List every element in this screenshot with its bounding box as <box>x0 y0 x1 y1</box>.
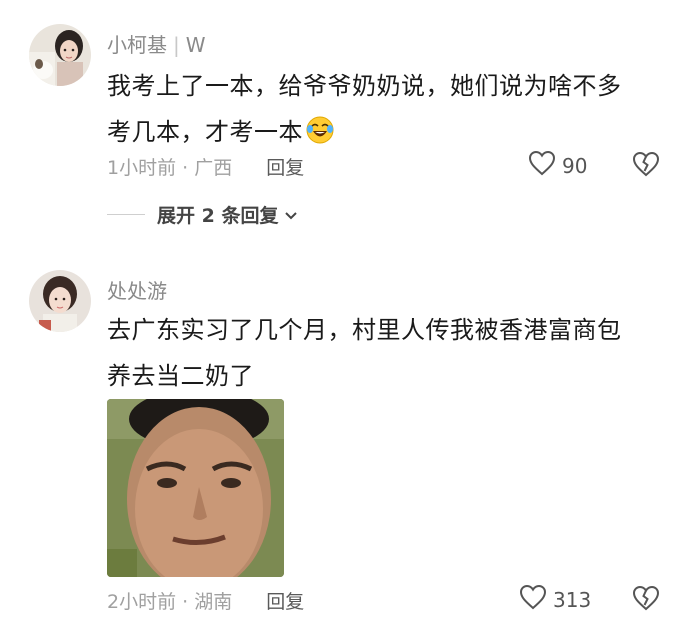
comment-text-fragment: 考几本，才考一本 <box>107 118 303 146</box>
location: 湖南 <box>194 591 233 613</box>
user-tag: W <box>185 33 206 57</box>
broken-heart-icon <box>632 585 660 615</box>
like-button[interactable]: 90 <box>528 150 587 181</box>
dislike-button[interactable] <box>632 585 660 615</box>
separator: | <box>173 33 180 57</box>
reply-button[interactable]: 回复 <box>266 157 304 179</box>
username-text[interactable]: 小柯基 <box>107 33 167 57</box>
username[interactable]: 处处游 <box>107 275 167 304</box>
heart-outline-icon <box>528 150 556 181</box>
comment-image[interactable] <box>107 399 284 577</box>
avatar[interactable] <box>29 24 91 86</box>
comment-text-line: 去广东实习了几个月，村里人传我被香港富商包 <box>107 316 622 344</box>
comment-text: 去广东实习了几个月，村里人传我被香港富商包 养去当二奶了 <box>107 307 667 399</box>
expand-replies-label: 展开 2 条回复 <box>157 205 279 227</box>
location: 广西 <box>194 157 233 179</box>
dislike-button[interactable] <box>632 151 660 181</box>
username[interactable]: 小柯基 | W <box>107 29 206 58</box>
avatar[interactable] <box>29 270 91 332</box>
like-button[interactable]: 313 <box>519 584 591 615</box>
meta-dot: · <box>182 591 189 613</box>
timestamp: 2小时前 <box>107 591 177 613</box>
expand-replies-button[interactable]: 展开 2 条回复 <box>107 201 298 228</box>
comment-meta: 1小时前 · 广西 回复 <box>107 153 304 180</box>
comment-text-line: 我考上了一本，给爷爷奶奶说，她们说为啥不多 <box>107 72 622 100</box>
divider <box>107 214 145 215</box>
comment-text-line: 考几本，才考一本 <box>107 109 667 155</box>
comment-meta: 2小时前 · 湖南 回复 <box>107 587 304 614</box>
chevron-down-icon <box>284 204 298 226</box>
heart-outline-icon <box>519 584 547 615</box>
reply-button[interactable]: 回复 <box>266 591 304 613</box>
laughing-crying-emoji-icon <box>305 114 335 144</box>
timestamp: 1小时前 <box>107 157 177 179</box>
comment-text-line: 养去当二奶了 <box>107 362 254 390</box>
like-count: 313 <box>553 587 592 612</box>
comment-text: 我考上了一本，给爷爷奶奶说，她们说为啥不多 考几本，才考一本 <box>107 63 667 155</box>
like-count: 90 <box>562 153 588 178</box>
broken-heart-icon <box>632 151 660 181</box>
username-text[interactable]: 处处游 <box>107 279 167 303</box>
meta-dot: · <box>182 157 189 179</box>
